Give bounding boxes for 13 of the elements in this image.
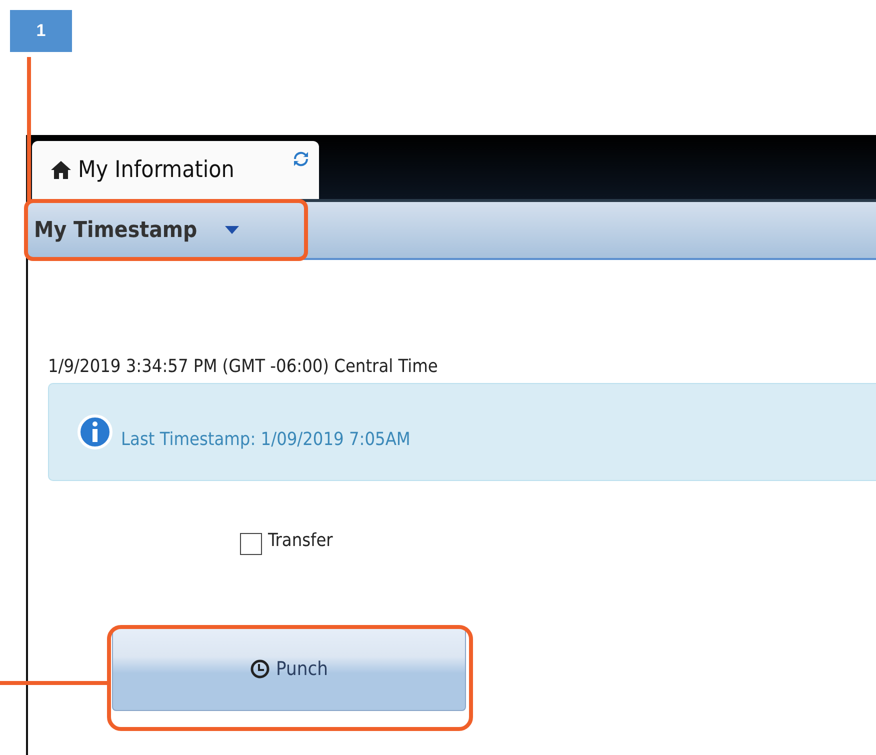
step-marker: 1 [10,10,72,52]
info-icon [77,414,113,450]
checkbox-label: Transfer [268,530,333,550]
last-timestamp-text: Last Timestamp: 1/09/2019 7:05AM [121,428,410,450]
section-title: My Timestamp [34,218,198,242]
transfer-checkbox[interactable] [240,533,262,555]
home-icon [50,160,72,180]
punch-button[interactable]: Punch [112,627,466,711]
dropdown-caret-icon[interactable] [225,226,240,234]
clock-icon [250,659,270,679]
current-time-text: 1/9/2019 3:34:57 PM (GMT -06:00) Central Time [48,356,439,377]
refresh-icon[interactable] [293,151,309,167]
tab[interactable]: My Information [32,141,319,199]
